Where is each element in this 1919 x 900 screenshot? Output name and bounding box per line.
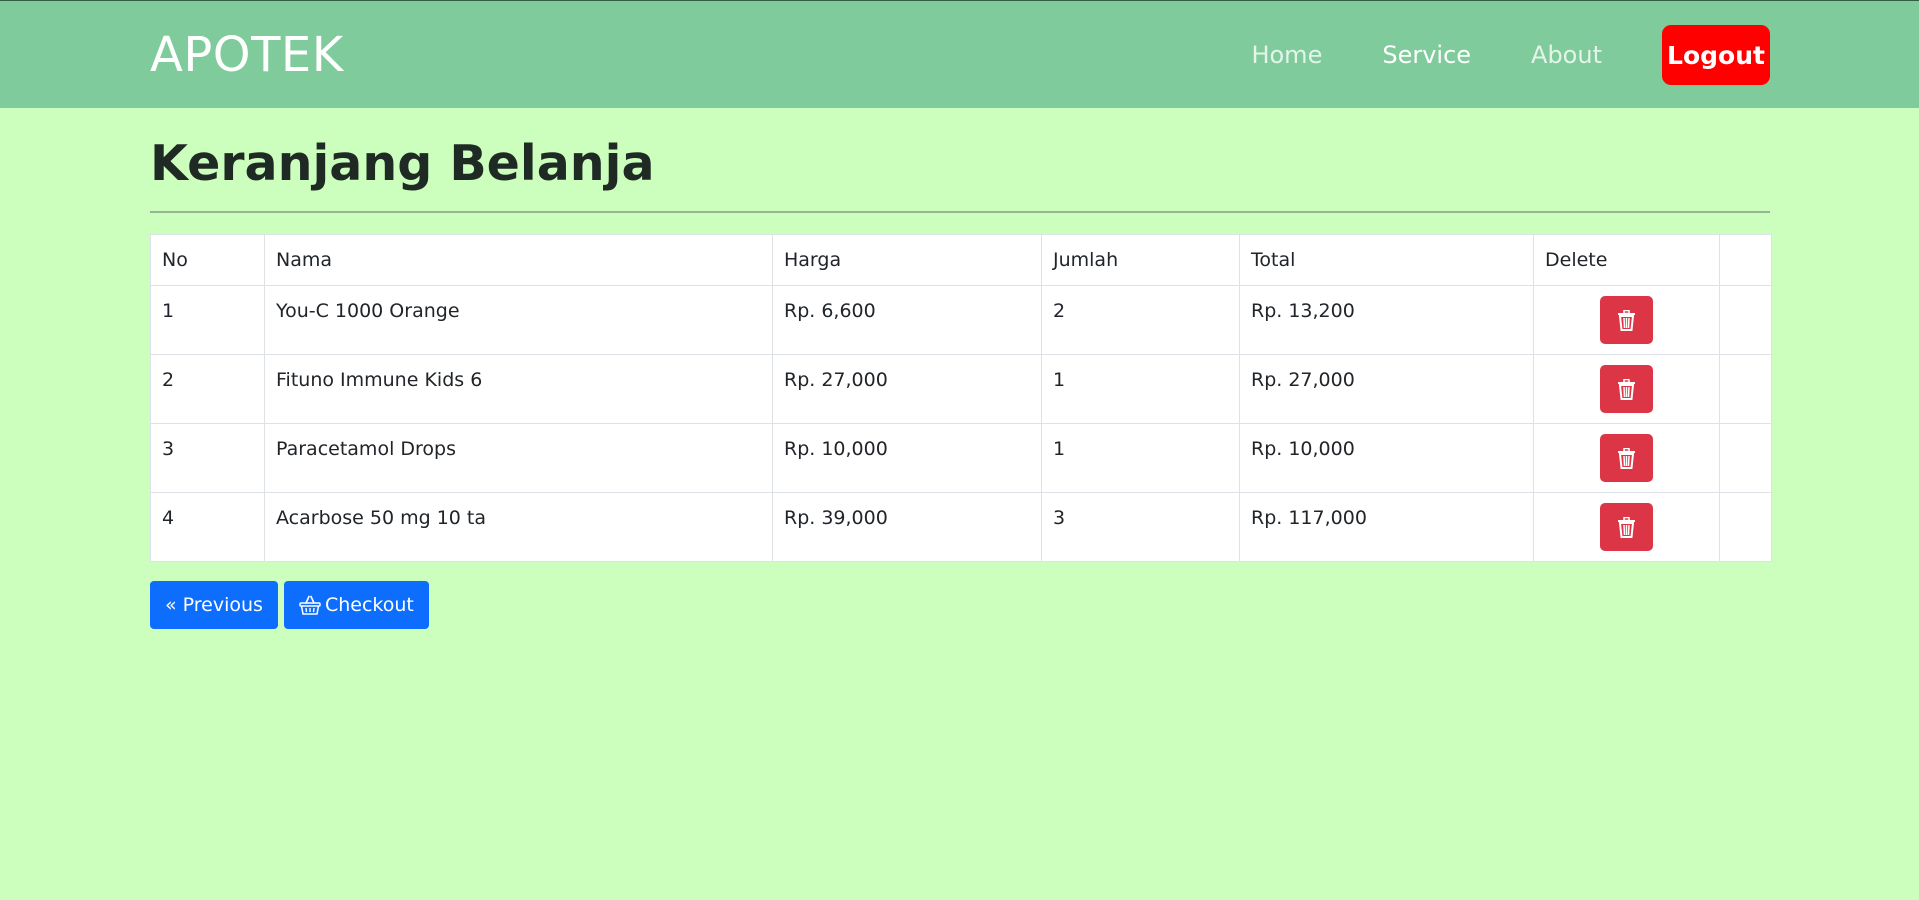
cell-nama: Acarbose 50 mg 10 ta: [264, 492, 773, 562]
nav-home-link[interactable]: Home: [1251, 41, 1322, 69]
column-header-spacer: [1719, 234, 1772, 286]
cell-harga: Rp. 6,600: [772, 285, 1042, 355]
cell-spacer: [1719, 423, 1772, 493]
cell-no: 4: [150, 492, 265, 562]
navbar: APOTEK Home Service About Logout: [0, 0, 1919, 108]
trash-icon: [1618, 517, 1635, 538]
cell-jumlah: 1: [1041, 423, 1240, 493]
delete-button[interactable]: [1600, 434, 1653, 482]
cell-nama: Fituno Immune Kids 6: [264, 354, 773, 424]
table-row: 2 Fituno Immune Kids 6 Rp. 27,000 1 Rp. …: [150, 354, 1772, 424]
column-header-jumlah: Jumlah: [1041, 234, 1240, 286]
cell-total: Rp. 117,000: [1239, 492, 1534, 562]
cell-no: 3: [150, 423, 265, 493]
cart-table: No Nama Harga Jumlah Total Delete 1 You-…: [150, 234, 1772, 562]
logout-button[interactable]: Logout: [1662, 25, 1770, 85]
column-header-nama: Nama: [264, 234, 773, 286]
cell-nama: Paracetamol Drops: [264, 423, 773, 493]
title-divider: [150, 211, 1770, 213]
cell-delete: [1533, 423, 1720, 493]
cell-delete: [1533, 492, 1720, 562]
cell-jumlah: 3: [1041, 492, 1240, 562]
cell-no: 2: [150, 354, 265, 424]
trash-icon: [1618, 310, 1635, 331]
cell-delete: [1533, 285, 1720, 355]
column-header-total: Total: [1239, 234, 1534, 286]
cart-actions: « Previous Checkout: [150, 581, 435, 629]
cell-total: Rp. 13,200: [1239, 285, 1534, 355]
delete-button[interactable]: [1600, 503, 1653, 551]
page-title: Keranjang Belanja: [150, 135, 655, 192]
nav-menu: Home Service About Logout: [1251, 25, 1770, 85]
cell-no: 1: [150, 285, 265, 355]
cell-jumlah: 1: [1041, 354, 1240, 424]
cell-harga: Rp. 27,000: [772, 354, 1042, 424]
cell-jumlah: 2: [1041, 285, 1240, 355]
checkout-button[interactable]: Checkout: [283, 581, 429, 629]
trash-icon: [1618, 379, 1635, 400]
cell-nama: You-C 1000 Orange: [264, 285, 773, 355]
basket-icon: [299, 595, 321, 615]
delete-button[interactable]: [1600, 365, 1653, 413]
table-header-row: No Nama Harga Jumlah Total Delete: [150, 234, 1772, 286]
cell-harga: Rp. 39,000: [772, 492, 1042, 562]
nav-service-link[interactable]: Service: [1382, 41, 1471, 69]
cell-spacer: [1719, 492, 1772, 562]
trash-icon: [1618, 448, 1635, 469]
column-header-delete: Delete: [1533, 234, 1720, 286]
delete-button[interactable]: [1600, 296, 1653, 344]
previous-button[interactable]: « Previous: [150, 581, 278, 629]
table-row: 3 Paracetamol Drops Rp. 10,000 1 Rp. 10,…: [150, 423, 1772, 493]
column-header-harga: Harga: [772, 234, 1042, 286]
nav-about-link[interactable]: About: [1531, 41, 1602, 69]
column-header-no: No: [150, 234, 265, 286]
checkout-label: Checkout: [324, 594, 414, 616]
brand-logo[interactable]: APOTEK: [150, 27, 344, 83]
cell-total: Rp. 27,000: [1239, 354, 1534, 424]
table-row: 4 Acarbose 50 mg 10 ta Rp. 39,000 3 Rp. …: [150, 492, 1772, 562]
cell-spacer: [1719, 354, 1772, 424]
table-row: 1 You-C 1000 Orange Rp. 6,600 2 Rp. 13,2…: [150, 285, 1772, 355]
cell-harga: Rp. 10,000: [772, 423, 1042, 493]
cell-spacer: [1719, 285, 1772, 355]
cell-total: Rp. 10,000: [1239, 423, 1534, 493]
cell-delete: [1533, 354, 1720, 424]
